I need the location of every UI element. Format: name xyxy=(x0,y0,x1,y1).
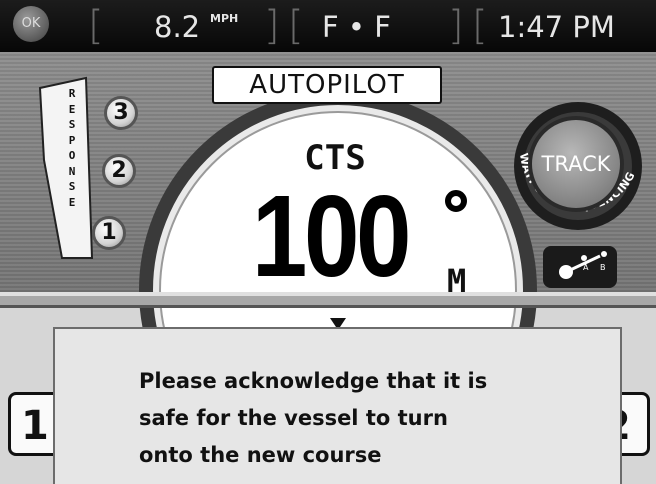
dialog-message: Please acknowledge that it is safe for t… xyxy=(139,363,579,474)
svg-text:A: A xyxy=(583,263,589,272)
fix-readout: [ F • F ] xyxy=(288,4,468,46)
response-letter: S xyxy=(68,180,76,193)
dialog-line: safe for the vessel to turn xyxy=(139,406,448,430)
bracket-right: ] xyxy=(264,3,280,49)
response-level-3-button[interactable]: 3 xyxy=(104,96,138,130)
status-bar: OK [ 8.2 MPH ] [ F • F ] [ 1:47 PM xyxy=(0,0,656,52)
autopilot-screen: A B WAYPOINT SEQUENCING OK [ 8.2 MPH ] [… xyxy=(0,0,656,484)
response-letter: O xyxy=(68,149,76,162)
time-readout: [ 1:47 PM xyxy=(472,4,656,46)
fix-status: F • F xyxy=(322,10,391,44)
response-letter: N xyxy=(68,164,76,178)
response-letter: S xyxy=(68,118,76,131)
bracket-left: [ xyxy=(88,3,104,49)
response-level-2-button[interactable]: 2 xyxy=(102,154,136,188)
response-letter: R xyxy=(68,87,76,100)
heading-unit: M xyxy=(447,262,467,300)
left-side-label: 1 xyxy=(21,403,49,449)
speed-value: 8.2 xyxy=(154,10,201,44)
response-letter: E xyxy=(68,195,76,209)
dialog-line: onto the new course xyxy=(139,443,382,467)
bracket-left: [ xyxy=(472,3,488,49)
speed-readout: [ 8.2 MPH ] xyxy=(88,4,284,46)
track-button[interactable]: TRACK xyxy=(528,116,624,212)
bracket-left: [ xyxy=(288,3,304,49)
svg-text:B: B xyxy=(600,263,606,272)
ok-button[interactable]: OK xyxy=(13,6,49,42)
degree-icon xyxy=(445,190,467,212)
acknowledge-dialog[interactable]: Please acknowledge that it is safe for t… xyxy=(53,327,622,484)
dialog-line: Please acknowledge that it is xyxy=(139,369,488,393)
mode-label: AUTOPILOT xyxy=(212,66,442,104)
heading-value: 100 xyxy=(251,171,412,301)
bracket-right: ] xyxy=(448,3,464,49)
response-letter: P xyxy=(68,133,76,147)
response-letter: E xyxy=(68,102,76,116)
speed-unit: MPH xyxy=(210,12,239,25)
response-title: RESPONSE xyxy=(65,86,79,210)
time-value: 1:47 PM xyxy=(498,10,615,44)
response-level-1-button[interactable]: 1 xyxy=(92,216,126,250)
